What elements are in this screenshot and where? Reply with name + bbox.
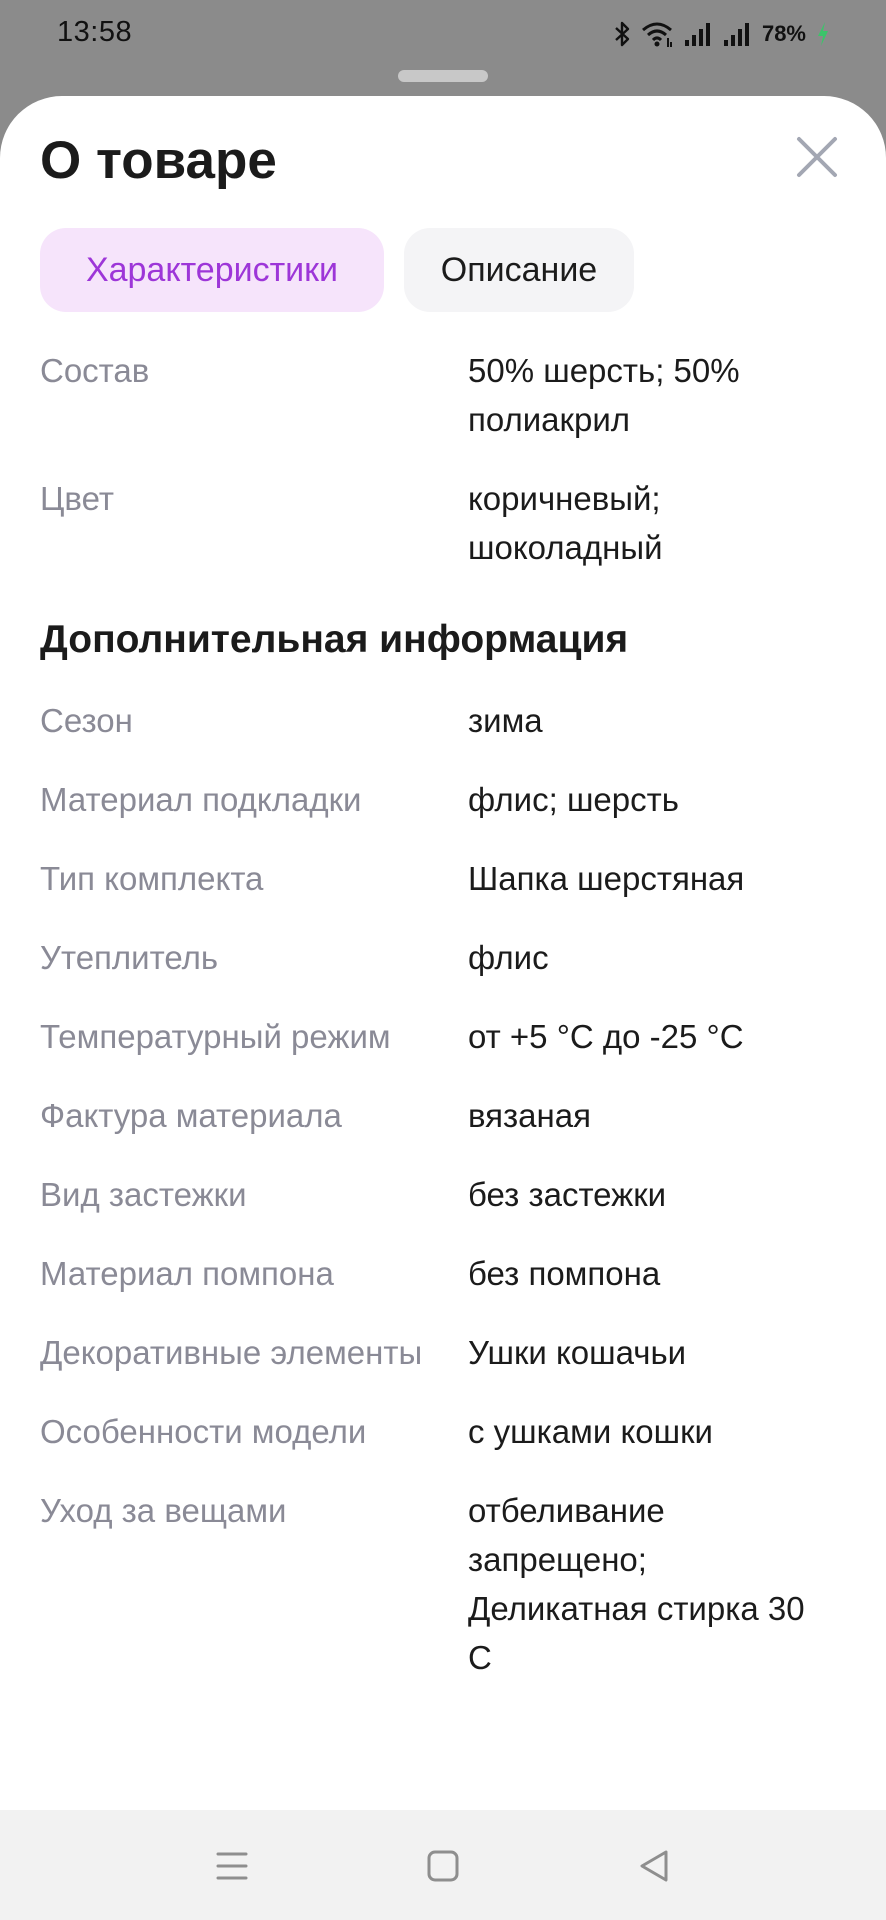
property-name: Вид застежки (40, 1176, 247, 1213)
property-row: Цвет коричневый; шоколадный (40, 474, 846, 572)
property-name: Материал помпона (40, 1255, 334, 1292)
property-row: Материал помпона без помпона (40, 1249, 846, 1298)
property-name: Особенности модели (40, 1413, 367, 1450)
property-value: зима (468, 702, 543, 739)
property-name: Фактура материала (40, 1097, 342, 1134)
property-row: Сезон зима (40, 696, 846, 745)
status-icons: 78% (613, 16, 831, 52)
main-properties: Состав 50% шерсть; 50% полиакрил Цвет ко… (40, 346, 846, 602)
battery-charging-icon (815, 20, 831, 48)
menu-icon (216, 1852, 248, 1880)
home-button[interactable] (415, 1838, 471, 1894)
property-row: Уход за вещами отбеливание запрещено; Де… (40, 1486, 846, 1682)
system-nav-bar (0, 1810, 886, 1920)
property-row: Температурный режим от +5 °C до -25 °C (40, 1012, 846, 1061)
property-value: флис (468, 939, 549, 976)
property-value: без помпона (468, 1255, 661, 1292)
close-button[interactable] (793, 133, 841, 181)
status-time: 13:58 (57, 16, 133, 48)
additional-properties: Сезон зима Материал подкладки флис; шерс… (40, 696, 846, 1712)
property-row: Вид застежки без застежки (40, 1170, 846, 1219)
property-value: 50% шерсть; 50% полиакрил (468, 352, 740, 438)
bluetooth-icon (613, 20, 631, 48)
property-value: коричневый; шоколадный (468, 480, 663, 566)
sheet-drag-handle[interactable] (398, 70, 488, 82)
property-row: Декоративные элементы Ушки кошачьи (40, 1328, 846, 1377)
tab-description[interactable]: Описание (404, 228, 634, 312)
property-value: Шапка шерстяная (468, 860, 745, 897)
property-row: Материал подкладки флис; шерсть (40, 775, 846, 824)
property-name: Сезон (40, 702, 133, 739)
property-name: Тип комплекта (40, 860, 264, 897)
property-row: Фактура материала вязаная (40, 1091, 846, 1140)
signal-icon (683, 20, 713, 48)
property-name: Декоративные элементы (40, 1334, 423, 1371)
section-title-additional: Дополнительная информация (40, 618, 629, 661)
battery-level: 78% (761, 21, 806, 46)
property-name: Утеплитель (40, 939, 219, 976)
property-row: Состав 50% шерсть; 50% полиакрил (40, 346, 846, 444)
property-name: Цвет (40, 480, 114, 517)
property-name: Состав (40, 352, 150, 389)
close-icon (797, 137, 837, 177)
home-square-icon (427, 1850, 459, 1882)
property-row: Утеплитель флис (40, 933, 846, 982)
product-info-sheet: О товаре Характеристики Описание Состав … (0, 96, 886, 1810)
sheet-title: О товаре (40, 131, 277, 190)
back-button[interactable] (626, 1838, 682, 1894)
property-row: Особенности модели с ушками кошки (40, 1407, 846, 1456)
property-name: Температурный режим (40, 1018, 391, 1055)
property-row: Тип комплекта Шапка шерстяная (40, 854, 846, 903)
property-name: Уход за вещами (40, 1492, 287, 1529)
property-value: отбеливание запрещено; Деликатная стирка… (468, 1492, 805, 1676)
wifi-icon (640, 20, 674, 48)
property-value: флис; шерсть (468, 781, 679, 818)
tab-bar: Характеристики Описание (40, 228, 634, 312)
status-bar: 13:58 78% (0, 0, 886, 66)
property-value: вязаная (468, 1097, 591, 1134)
back-triangle-icon (640, 1850, 668, 1882)
property-name: Материал подкладки (40, 781, 362, 818)
recent-apps-button[interactable] (204, 1838, 260, 1894)
property-value: от +5 °C до -25 °C (468, 1018, 744, 1055)
property-value: Ушки кошачьи (468, 1334, 687, 1371)
tab-characteristics[interactable]: Характеристики (40, 228, 384, 312)
signal-icon (722, 20, 752, 48)
property-value: без застежки (468, 1176, 667, 1213)
property-value: с ушками кошки (468, 1413, 713, 1450)
